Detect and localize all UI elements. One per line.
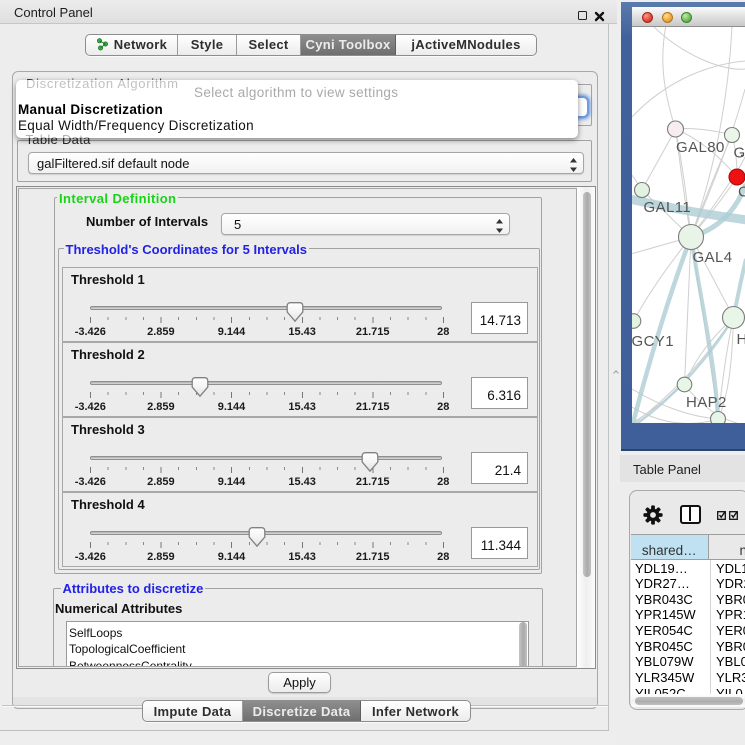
svg-text:GAL11: GAL11	[644, 199, 692, 216]
svg-text:G: G	[734, 145, 745, 162]
svg-text:GAL80: GAL80	[676, 139, 725, 156]
svg-text:H: H	[737, 331, 745, 348]
svg-text:C: C	[738, 184, 745, 201]
svg-text:GCY1: GCY1	[632, 333, 674, 350]
svg-text:HAP2: HAP2	[686, 394, 727, 411]
svg-text:GAL4: GAL4	[693, 249, 733, 266]
